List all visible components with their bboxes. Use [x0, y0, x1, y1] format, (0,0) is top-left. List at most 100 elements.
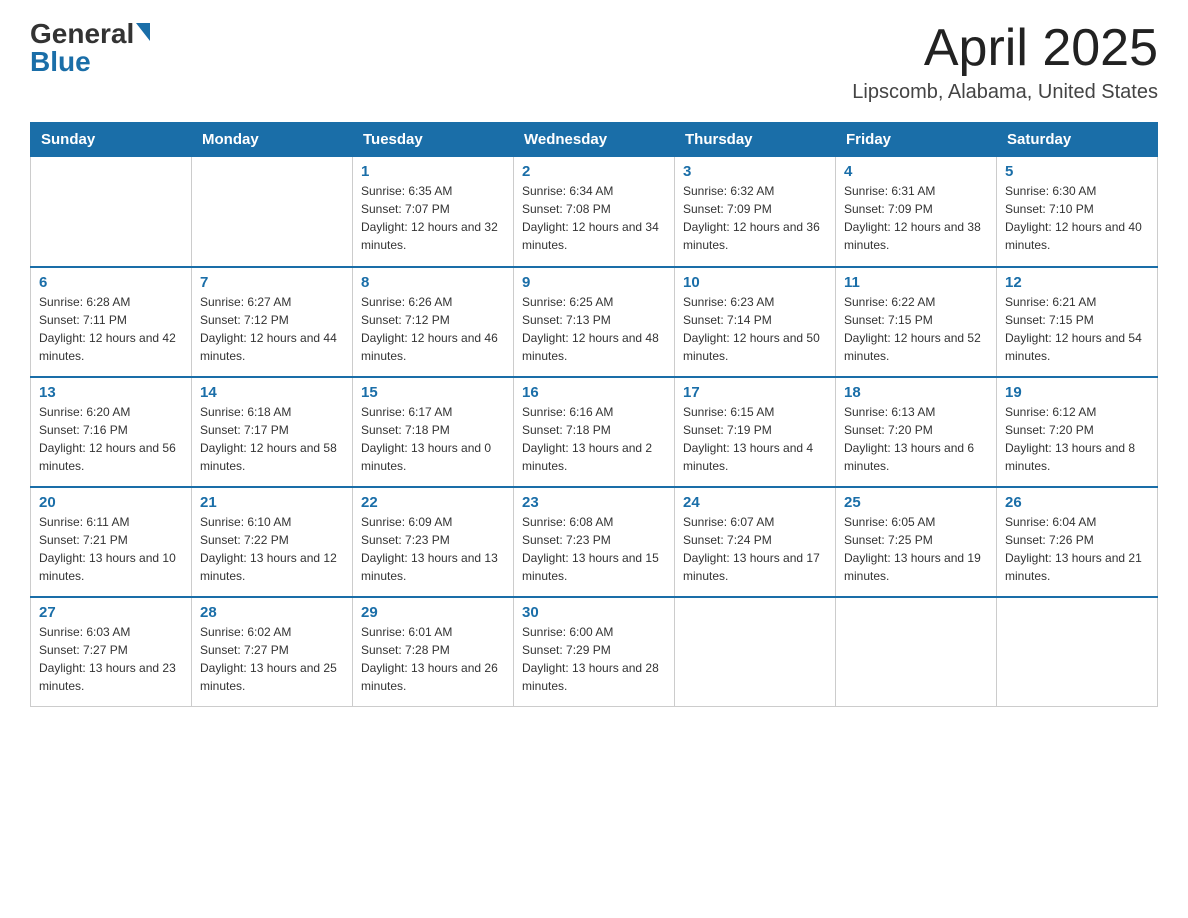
calendar-cell: 26Sunrise: 6:04 AMSunset: 7:26 PMDayligh… — [997, 487, 1158, 597]
logo-arrow-icon — [136, 23, 150, 41]
day-info: Sunrise: 6:07 AMSunset: 7:24 PMDaylight:… — [683, 513, 827, 585]
calendar-cell: 5 Sunrise: 6:30 AMSunset: 7:10 PMDaylight… — [997, 157, 1158, 267]
day-number: 24 — [683, 494, 827, 511]
day-info: Sunrise: 6:23 AMSunset: 7:14 PMDaylight:… — [683, 293, 827, 365]
day-number: 20 — [39, 494, 183, 511]
day-number: 21 — [200, 494, 344, 511]
day-number: 25 — [844, 494, 988, 511]
day-info: Sunrise: 6:31 AMSunset: 7:09 PMDaylight:… — [844, 182, 988, 254]
day-number: 5 — [1005, 163, 1149, 180]
day-number: 14 — [200, 384, 344, 401]
day-info: Sunrise: 6:17 AMSunset: 7:18 PMDaylight:… — [361, 403, 505, 475]
day-of-week-header: Thursday — [675, 123, 836, 157]
day-info: Sunrise: 6:18 AMSunset: 7:17 PMDaylight:… — [200, 403, 344, 475]
day-info: Sunrise: 6:00 AMSunset: 7:29 PMDaylight:… — [522, 623, 666, 695]
calendar-cell: 18 Sunrise: 6:13 AMSunset: 7:20 PMDayligh… — [836, 377, 997, 487]
day-number: 12 — [1005, 274, 1149, 291]
day-number: 8 — [361, 274, 505, 291]
calendar-cell — [997, 597, 1158, 707]
day-info: Sunrise: 6:02 AMSunset: 7:27 PMDaylight:… — [200, 623, 344, 695]
calendar-cell: 19 Sunrise: 6:12 AMSunset: 7:20 PMDayligh… — [997, 377, 1158, 487]
day-of-week-header: Sunday — [31, 123, 192, 157]
day-info: Sunrise: 6:22 AMSunset: 7:15 PMDaylight:… — [844, 293, 988, 365]
day-info: Sunrise: 6:12 AMSunset: 7:20 PMDaylight:… — [1005, 403, 1149, 475]
logo-general-text: General — [30, 20, 134, 48]
calendar-cell: 30Sunrise: 6:00 AMSunset: 7:29 PMDayligh… — [514, 597, 675, 707]
calendar-cell: 15Sunrise: 6:17 AMSunset: 7:18 PMDayligh… — [353, 377, 514, 487]
calendar-cell: 25 Sunrise: 6:05 AMSunset: 7:25 PMDayligh… — [836, 487, 997, 597]
day-of-week-header: Monday — [192, 123, 353, 157]
day-info: Sunrise: 6:26 AMSunset: 7:12 PMDaylight:… — [361, 293, 505, 365]
day-number: 7 — [200, 274, 344, 291]
calendar-cell: 6 Sunrise: 6:28 AMSunset: 7:11 PMDaylight… — [31, 267, 192, 377]
day-of-week-header: Friday — [836, 123, 997, 157]
day-info: Sunrise: 6:25 AMSunset: 7:13 PMDaylight:… — [522, 293, 666, 365]
calendar-cell: 11 Sunrise: 6:22 AMSunset: 7:15 PMDayligh… — [836, 267, 997, 377]
day-info: Sunrise: 6:15 AMSunset: 7:19 PMDaylight:… — [683, 403, 827, 475]
calendar-cell — [31, 157, 192, 267]
calendar-cell — [675, 597, 836, 707]
calendar-cell: 29 Sunrise: 6:01 AMSunset: 7:28 PMDayligh… — [353, 597, 514, 707]
calendar-cell: 24 Sunrise: 6:07 AMSunset: 7:24 PMDayligh… — [675, 487, 836, 597]
calendar-cell: 10Sunrise: 6:23 AMSunset: 7:14 PMDayligh… — [675, 267, 836, 377]
day-of-week-header: Wednesday — [514, 123, 675, 157]
calendar-cell: 22Sunrise: 6:09 AMSunset: 7:23 PMDayligh… — [353, 487, 514, 597]
day-number: 11 — [844, 274, 988, 291]
day-info: Sunrise: 6:30 AMSunset: 7:10 PMDaylight:… — [1005, 182, 1149, 254]
day-info: Sunrise: 6:08 AMSunset: 7:23 PMDaylight:… — [522, 513, 666, 585]
day-info: Sunrise: 6:10 AMSunset: 7:22 PMDaylight:… — [200, 513, 344, 585]
calendar-cell: 13Sunrise: 6:20 AMSunset: 7:16 PMDayligh… — [31, 377, 192, 487]
day-info: Sunrise: 6:09 AMSunset: 7:23 PMDaylight:… — [361, 513, 505, 585]
day-info: Sunrise: 6:34 AMSunset: 7:08 PMDaylight:… — [522, 182, 666, 254]
day-number: 9 — [522, 274, 666, 291]
day-of-week-header: Saturday — [997, 123, 1158, 157]
calendar-cell: 12 Sunrise: 6:21 AMSunset: 7:15 PMDayligh… — [997, 267, 1158, 377]
location-subtitle: Lipscomb, Alabama, United States — [852, 81, 1158, 104]
header: General Blue April 2025 Lipscomb, Alabam… — [30, 20, 1158, 104]
day-number: 17 — [683, 384, 827, 401]
calendar-cell: 1Sunrise: 6:35 AMSunset: 7:07 PMDaylight… — [353, 157, 514, 267]
day-number: 19 — [1005, 384, 1149, 401]
calendar-cell: 8 Sunrise: 6:26 AMSunset: 7:12 PMDaylight… — [353, 267, 514, 377]
day-info: Sunrise: 6:27 AMSunset: 7:12 PMDaylight:… — [200, 293, 344, 365]
calendar-table: SundayMondayTuesdayWednesdayThursdayFrid… — [30, 122, 1158, 707]
day-info: Sunrise: 6:16 AMSunset: 7:18 PMDaylight:… — [522, 403, 666, 475]
calendar-cell: 3 Sunrise: 6:32 AMSunset: 7:09 PMDaylight… — [675, 157, 836, 267]
day-number: 16 — [522, 384, 666, 401]
day-of-week-header: Tuesday — [353, 123, 514, 157]
day-number: 28 — [200, 604, 344, 621]
calendar-cell: 28 Sunrise: 6:02 AMSunset: 7:27 PMDayligh… — [192, 597, 353, 707]
month-title: April 2025 — [852, 20, 1158, 77]
calendar-cell — [192, 157, 353, 267]
day-number: 13 — [39, 384, 183, 401]
calendar-cell: 7 Sunrise: 6:27 AMSunset: 7:12 PMDaylight… — [192, 267, 353, 377]
calendar-cell: 21 Sunrise: 6:10 AMSunset: 7:22 PMDayligh… — [192, 487, 353, 597]
day-number: 29 — [361, 604, 505, 621]
day-info: Sunrise: 6:28 AMSunset: 7:11 PMDaylight:… — [39, 293, 183, 365]
day-info: Sunrise: 6:13 AMSunset: 7:20 PMDaylight:… — [844, 403, 988, 475]
day-number: 18 — [844, 384, 988, 401]
day-number: 23 — [522, 494, 666, 511]
day-info: Sunrise: 6:03 AMSunset: 7:27 PMDaylight:… — [39, 623, 183, 695]
calendar-cell: 27Sunrise: 6:03 AMSunset: 7:27 PMDayligh… — [31, 597, 192, 707]
day-info: Sunrise: 6:32 AMSunset: 7:09 PMDaylight:… — [683, 182, 827, 254]
day-info: Sunrise: 6:21 AMSunset: 7:15 PMDaylight:… — [1005, 293, 1149, 365]
calendar-cell — [836, 597, 997, 707]
calendar-cell: 20 Sunrise: 6:11 AMSunset: 7:21 PMDayligh… — [31, 487, 192, 597]
day-number: 3 — [683, 163, 827, 180]
calendar-header-row: SundayMondayTuesdayWednesdayThursdayFrid… — [31, 123, 1158, 157]
calendar-cell: 16 Sunrise: 6:16 AMSunset: 7:18 PMDayligh… — [514, 377, 675, 487]
day-number: 4 — [844, 163, 988, 180]
day-number: 26 — [1005, 494, 1149, 511]
calendar-cell: 14 Sunrise: 6:18 AMSunset: 7:17 PMDayligh… — [192, 377, 353, 487]
day-number: 2 — [522, 163, 666, 180]
day-info: Sunrise: 6:11 AMSunset: 7:21 PMDaylight:… — [39, 513, 183, 585]
day-number: 6 — [39, 274, 183, 291]
day-info: Sunrise: 6:35 AMSunset: 7:07 PMDaylight:… — [361, 182, 505, 254]
day-info: Sunrise: 6:01 AMSunset: 7:28 PMDaylight:… — [361, 623, 505, 695]
calendar-cell: 23 Sunrise: 6:08 AMSunset: 7:23 PMDayligh… — [514, 487, 675, 597]
calendar-cell: 17 Sunrise: 6:15 AMSunset: 7:19 PMDayligh… — [675, 377, 836, 487]
calendar-cell: 2 Sunrise: 6:34 AMSunset: 7:08 PMDaylight… — [514, 157, 675, 267]
calendar-cell: 9 Sunrise: 6:25 AMSunset: 7:13 PMDaylight… — [514, 267, 675, 377]
day-info: Sunrise: 6:05 AMSunset: 7:25 PMDaylight:… — [844, 513, 988, 585]
